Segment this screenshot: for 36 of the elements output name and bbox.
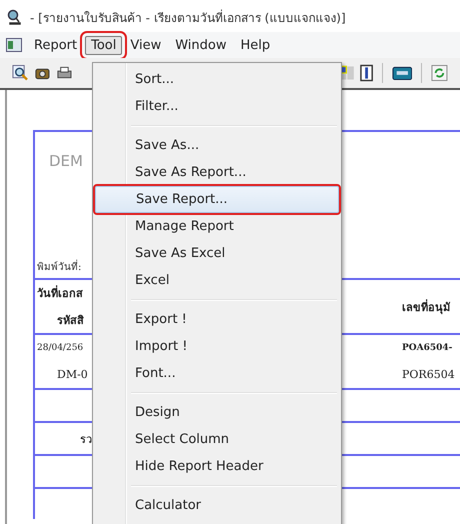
- menu-item[interactable]: Import !: [95, 333, 339, 360]
- refresh-icon[interactable]: [431, 64, 448, 82]
- column-icon[interactable]: [360, 64, 373, 82]
- menu-item[interactable]: Design: [95, 399, 339, 426]
- device-icon[interactable]: [392, 64, 412, 82]
- magnifier-icon: [6, 9, 22, 25]
- menu-item[interactable]: Export !: [95, 306, 339, 333]
- total-label: รว: [80, 432, 92, 448]
- window-icon[interactable]: [6, 38, 22, 52]
- menu-item[interactable]: Font...: [95, 360, 339, 387]
- menu-item[interactable]: Calculator: [95, 492, 339, 519]
- table-cell: POA6504-: [402, 342, 452, 352]
- menu-item[interactable]: View: [124, 36, 168, 54]
- zoom-icon[interactable]: [12, 64, 29, 82]
- menu-item[interactable]: Report: [28, 36, 84, 54]
- table-cell-text: DM-0: [56, 368, 88, 380]
- menu-item[interactable]: Manage Report: [95, 213, 339, 240]
- menu-item[interactable]: Save As Excel: [95, 240, 339, 267]
- column-header: เลขที่อนุมั: [402, 298, 450, 316]
- menu-item[interactable]: Filter...: [95, 93, 339, 120]
- menu-item[interactable]: Hide Report Header: [95, 453, 339, 480]
- menu-item[interactable]: Select Column: [95, 426, 339, 453]
- column-header: รหัสสิ: [56, 312, 84, 329]
- table-cell: POR6504: [402, 368, 455, 380]
- menu-item[interactable]: Excel: [95, 267, 339, 294]
- demo-text: DEM: [48, 152, 83, 170]
- table-cell: 28/04/256: [37, 342, 84, 352]
- menu-item[interactable]: Save As...: [95, 132, 339, 159]
- menu-item[interactable]: Window: [169, 36, 232, 54]
- print-date-label: พิมพ์วันที่:: [37, 259, 82, 274]
- menu-item[interactable]: Sort...: [95, 66, 339, 93]
- menu-item[interactable]: Save Report...: [95, 186, 339, 213]
- menu-item[interactable]: Help: [234, 36, 276, 54]
- column-header: วันที่เอกส: [37, 284, 83, 302]
- menu-item[interactable]: Save As Report...: [95, 159, 339, 186]
- window-title: - [รายงานใบรับสินค้า - เรียงตามวันที่เอกสาร (แบบแจกแจง)]: [30, 8, 346, 26]
